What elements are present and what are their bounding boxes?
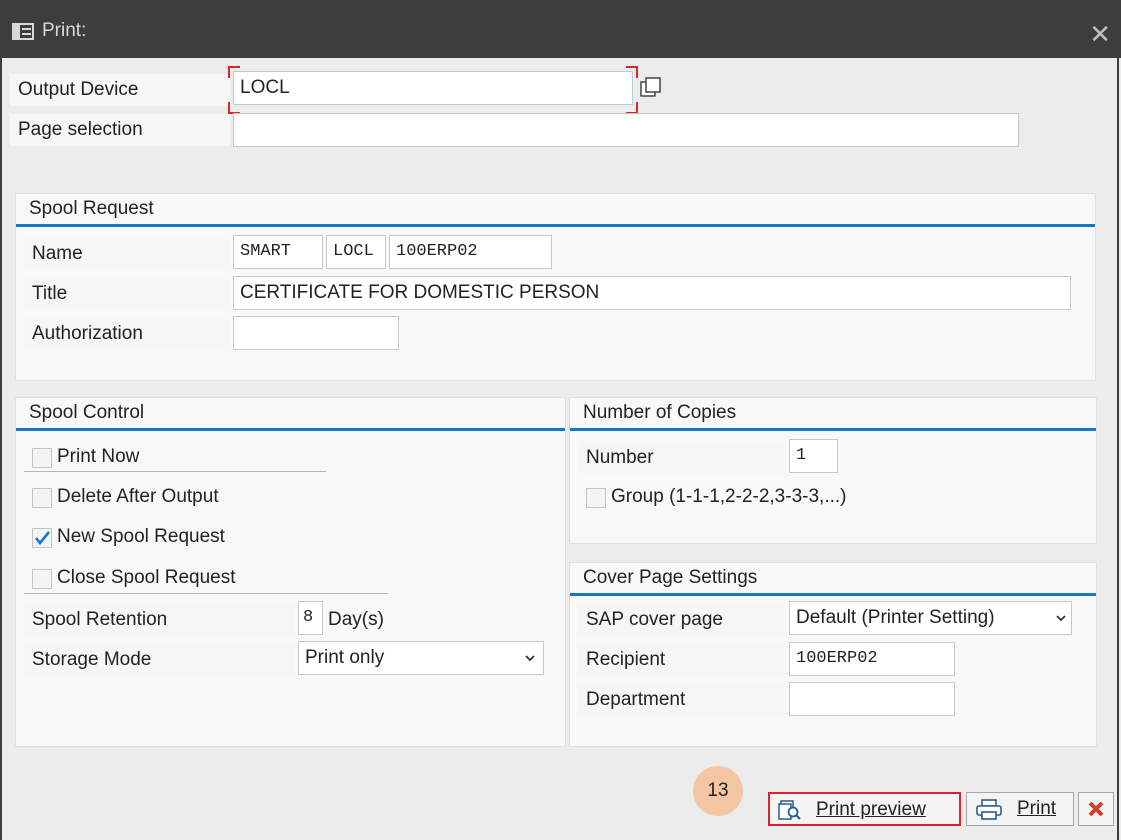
sap-cover-page-label: SAP cover page — [578, 604, 786, 636]
cover-page-heading: Cover Page Settings — [570, 563, 1096, 596]
department-label: Department — [578, 684, 786, 716]
new-spool-request-label: New Spool Request — [57, 526, 225, 547]
checkmark-icon — [34, 531, 51, 546]
dialog-title: Print: — [42, 20, 87, 41]
page-selection-input[interactable] — [233, 113, 1019, 147]
title-input[interactable]: CERTIFICATE FOR DOMESTIC PERSON — [233, 276, 1071, 310]
close-spool-request-checkbox[interactable] — [32, 569, 52, 589]
dialog-titlebar: Print: ✕ — [0, 0, 1121, 58]
storage-mode-value: Print only — [305, 647, 385, 668]
print-now-checkbox[interactable] — [32, 448, 52, 468]
storage-mode-select[interactable]: Print only — [298, 641, 544, 675]
print-button[interactable]: Print — [966, 792, 1074, 826]
number-input[interactable]: 1 — [789, 439, 838, 473]
close-spool-request-label: Close Spool Request — [57, 567, 236, 588]
print-preview-button[interactable]: Print preview — [768, 792, 961, 826]
number-of-copies-heading: Number of Copies — [570, 398, 1096, 431]
spool-retention-label: Spool Retention — [24, 604, 294, 636]
value-help-icon[interactable] — [639, 76, 663, 100]
name-input-3[interactable]: 100ERP02 — [389, 235, 552, 269]
delete-after-output-checkbox[interactable] — [32, 488, 52, 508]
recipient-input[interactable]: 100ERP02 — [789, 642, 955, 676]
sap-cover-page-select[interactable]: Default (Printer Setting) — [789, 601, 1072, 635]
storage-mode-label: Storage Mode — [24, 644, 294, 676]
authorization-label: Authorization — [24, 318, 230, 350]
cancel-icon — [1088, 801, 1104, 817]
divider — [24, 593, 388, 594]
authorization-input[interactable] — [233, 316, 399, 350]
name-label: Name — [24, 238, 230, 270]
print-preview-label: Print preview — [816, 799, 926, 820]
delete-after-output-label: Delete After Output — [57, 486, 219, 507]
chevron-down-icon — [525, 655, 535, 662]
output-device-label: Output Device — [10, 74, 230, 106]
divider — [24, 471, 326, 472]
print-dialog-icon — [12, 23, 34, 40]
chevron-down-icon — [1056, 615, 1066, 622]
cancel-button[interactable] — [1078, 792, 1114, 826]
name-input-2[interactable]: LOCL — [326, 235, 386, 269]
print-label: Print — [1017, 798, 1057, 819]
new-spool-request-checkbox[interactable] — [32, 528, 52, 548]
group-label: Group (1-1-1,2-2-2,3-3-3,...) — [611, 486, 847, 507]
spool-request-heading: Spool Request — [16, 194, 1095, 227]
title-label: Title — [24, 278, 230, 310]
spool-control-heading: Spool Control — [16, 398, 565, 431]
sap-cover-page-value: Default (Printer Setting) — [796, 607, 995, 628]
step-badge: 13 — [693, 766, 743, 816]
number-label: Number — [578, 442, 786, 474]
spool-retention-unit: Day(s) — [328, 609, 384, 630]
name-input-1[interactable]: SMART — [233, 235, 323, 269]
group-checkbox[interactable] — [586, 488, 606, 508]
recipient-label: Recipient — [578, 644, 786, 676]
print-now-label: Print Now — [57, 446, 140, 467]
printer-icon — [976, 799, 1002, 820]
page-selection-label: Page selection — [10, 114, 230, 146]
department-input[interactable] — [789, 682, 955, 716]
spool-retention-input[interactable]: 8 — [298, 601, 323, 635]
close-icon[interactable]: ✕ — [1089, 21, 1111, 47]
print-preview-icon — [778, 800, 801, 820]
focus-brackets — [228, 66, 638, 114]
